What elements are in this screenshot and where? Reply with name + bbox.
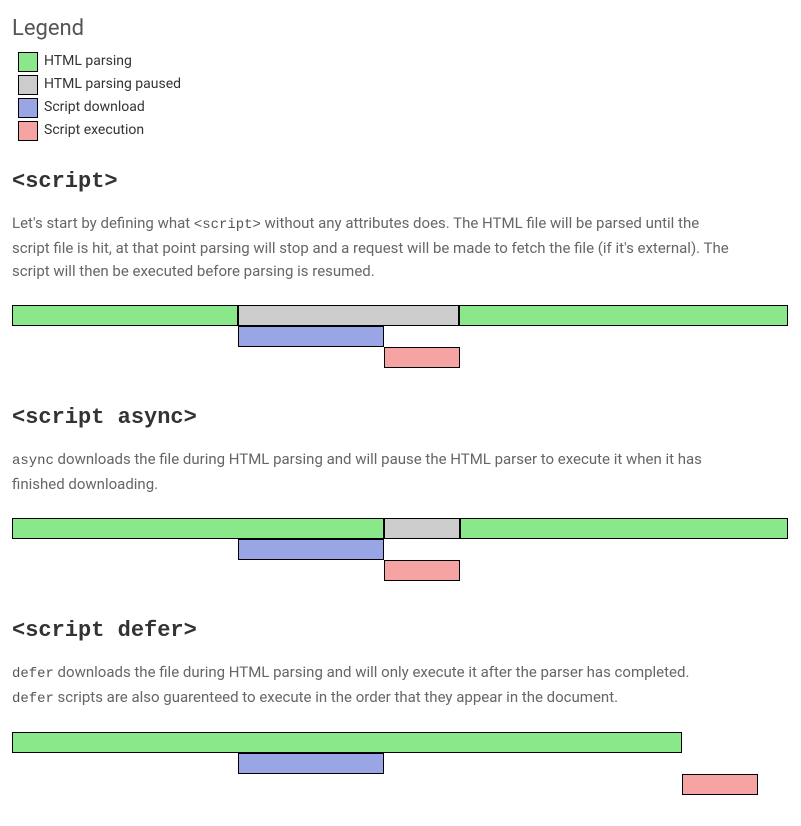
bar-paused (238, 305, 459, 326)
code: async (12, 453, 54, 469)
diagram-async (12, 518, 788, 590)
bar-download (238, 753, 384, 774)
bar-paused (384, 518, 460, 539)
section-title-async: <script async> (12, 401, 789, 434)
swatch-parsing (18, 52, 38, 72)
bar-download (238, 326, 384, 347)
bar-execution (384, 347, 460, 368)
swatch-paused (18, 75, 38, 95)
section-title-defer: <script defer> (12, 614, 789, 647)
bar-execution (384, 560, 460, 581)
diagram-defer (12, 732, 788, 804)
section-paragraph: Let's start by defining what <script> wi… (12, 212, 732, 283)
text: downloads the file during HTML parsing a… (54, 663, 690, 681)
legend-title: Legend (12, 12, 789, 45)
code: <script> (194, 217, 261, 233)
legend-label: Script download (44, 97, 145, 118)
legend-label: Script execution (44, 120, 144, 141)
swatch-download (18, 98, 38, 118)
swatch-execution (18, 121, 38, 141)
legend-item: HTML parsing (12, 51, 789, 72)
bar-download (238, 539, 384, 560)
legend: HTML parsing HTML parsing paused Script … (12, 51, 789, 141)
bar-parsing (12, 518, 384, 539)
text: scripts are also guarenteed to execute i… (54, 688, 618, 706)
legend-label: HTML parsing (44, 51, 132, 72)
bar-parsing (12, 305, 238, 326)
legend-item: Script execution (12, 120, 789, 141)
section-paragraph: async downloads the file during HTML par… (12, 448, 732, 496)
section-paragraph: defer downloads the file during HTML par… (12, 661, 732, 710)
bar-parsing (12, 732, 682, 753)
legend-label: HTML parsing paused (44, 74, 181, 95)
bar-execution (682, 774, 758, 795)
diagram-script (12, 305, 788, 377)
bar-parsing (459, 305, 788, 326)
legend-item: Script download (12, 97, 789, 118)
legend-item: HTML parsing paused (12, 74, 789, 95)
text: Let's start by defining what (12, 214, 194, 232)
bar-parsing (460, 518, 788, 539)
text: downloads the file during HTML parsing a… (12, 450, 702, 493)
code: defer (12, 666, 54, 682)
section-title-script: <script> (12, 165, 789, 198)
code: defer (12, 691, 54, 707)
